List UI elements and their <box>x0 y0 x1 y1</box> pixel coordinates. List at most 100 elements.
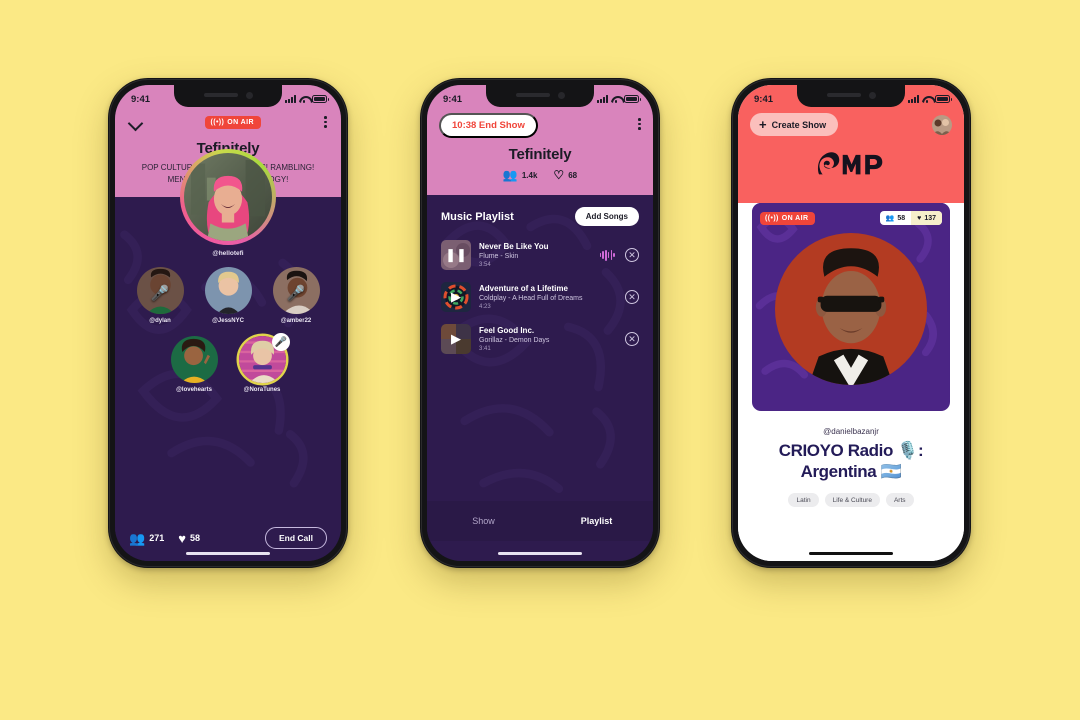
mockup-stage: 9:41 ((•)) ON AIR POP CULTURE! RAMBLING!… <box>0 0 1080 720</box>
kebab-menu-icon[interactable] <box>324 116 327 128</box>
guest-noratunes[interactable]: 🎤 @NoraTunes <box>237 333 290 394</box>
page-title: Tefinitely <box>508 146 572 163</box>
mic-on-icon: 🎤 <box>272 333 290 352</box>
like-count[interactable]: ♥ 58 <box>178 532 200 545</box>
kebab-menu-icon[interactable] <box>638 118 641 130</box>
chevron-down-icon[interactable] <box>129 116 142 129</box>
battery-icon <box>312 95 330 103</box>
cellular-bars-icon <box>908 95 919 103</box>
phone-mockup-show-profile: 9:41 + Create Show ((•)) ON AIR 👥 58 ♥ 1… <box>731 78 971 568</box>
close-circle-icon[interactable]: ✕ <box>625 248 639 262</box>
notch <box>797 85 905 107</box>
list-item[interactable]: ▶ Adventure of a Lifetime Coldplay - A H… <box>439 276 641 318</box>
on-air-badge: ((•)) ON AIR <box>760 211 816 225</box>
guest-handle: @NoraTunes <box>243 387 281 394</box>
show-host-handle[interactable]: @danielbazanjr <box>754 427 948 436</box>
song-list: ❚❚ Never Be Like You Flume - Skin 3:54 ✕ <box>427 234 653 360</box>
pause-icon[interactable]: ❚❚ <box>441 240 471 270</box>
people-icon: 👥 <box>502 168 518 182</box>
close-circle-icon[interactable]: ✕ <box>625 290 639 304</box>
tag-latin[interactable]: Latin <box>788 493 819 508</box>
plus-icon: + <box>759 117 767 132</box>
listener-count: 👥 271 <box>129 532 164 545</box>
host-avatar-block: @hellotefi <box>115 149 341 257</box>
song-title: Never Be Like You <box>479 242 549 251</box>
amp-logo-icon <box>817 152 883 175</box>
play-icon[interactable]: ▶ <box>441 324 471 354</box>
tab-show[interactable]: Show <box>427 516 540 526</box>
song-duration: 3:54 <box>479 262 491 268</box>
guest-lovehearts[interactable]: @lovehearts <box>169 336 219 393</box>
guest-handle: @JessNYC <box>212 318 244 325</box>
battery-icon <box>624 95 642 103</box>
heart-icon: ♥ <box>917 214 922 222</box>
song-title: Feel Good Inc. <box>479 326 535 335</box>
host-handle: @hellotefi <box>212 250 244 258</box>
playlist-section-header: Music Playlist Add Songs <box>427 195 653 234</box>
tag-list: Latin Life & Culture Arts <box>754 493 948 508</box>
notch <box>174 85 282 107</box>
guest-amber22[interactable]: 🎤 @amber22 <box>271 267 321 324</box>
broadcast-icon: ((•)) <box>210 118 225 126</box>
tag-arts[interactable]: Arts <box>885 493 914 508</box>
host-avatar-ring[interactable] <box>180 149 276 246</box>
like-count[interactable]: ♡ 68 <box>553 169 577 181</box>
status-time: 9:41 <box>754 93 774 105</box>
phone-mockup-playlist: 9:41 10:38 End Show Tefinitely 👥 1.4k ♡ … <box>420 78 660 568</box>
song-duration: 4:23 <box>479 304 491 310</box>
guest-handle: @lovehearts <box>176 387 212 394</box>
front-camera <box>245 91 253 99</box>
show-card[interactable]: ((•)) ON AIR 👥 58 ♥ 137 <box>752 203 950 411</box>
avatar[interactable] <box>932 114 952 135</box>
close-circle-icon[interactable]: ✕ <box>625 332 639 346</box>
end-call-button[interactable]: End Call <box>264 527 327 549</box>
broadcast-icon: ((•)) <box>765 214 779 222</box>
on-air-label: ON AIR <box>781 214 809 222</box>
listener-count-value: 271 <box>149 533 165 543</box>
phone1-screen: 9:41 ((•)) ON AIR POP CULTURE! RAMBLING!… <box>115 85 341 561</box>
listener-count: 👥 1.4k <box>503 169 538 181</box>
host-avatar-image <box>184 153 272 242</box>
list-item[interactable]: ❚❚ Never Be Like You Flume - Skin 3:54 ✕ <box>439 234 641 276</box>
phone-mockup-live-show: 9:41 ((•)) ON AIR POP CULTURE! RAMBLING!… <box>108 78 348 568</box>
mic-off-icon: 🎤 <box>286 285 306 303</box>
card-overlay-top: ((•)) ON AIR 👥 58 ♥ 137 <box>760 211 942 225</box>
speaker-grille <box>203 93 238 97</box>
create-show-button[interactable]: + Create Show <box>750 113 839 136</box>
card-stats: 👥 58 ♥ 137 <box>879 211 942 225</box>
avatar <box>204 267 252 315</box>
add-songs-button[interactable]: Add Songs <box>574 207 639 226</box>
front-camera <box>868 91 876 99</box>
guest-row-1: 🎤 @dylan @JessNYC 🎤 @amber22 <box>131 267 325 324</box>
song-title: Adventure of a Lifetime <box>479 284 568 293</box>
status-time: 9:41 <box>131 93 151 105</box>
song-subtitle: Coldplay - A Head Full of Dreams <box>479 295 583 302</box>
guest-jessnyc[interactable]: @JessNYC <box>203 267 253 324</box>
home-indicator <box>186 551 270 555</box>
mic-off-icon: 🎤 <box>150 285 170 303</box>
end-show-button[interactable]: 10:38 End Show <box>439 113 538 138</box>
guest-handle: @amber22 <box>280 318 312 325</box>
app-logo <box>750 149 952 181</box>
tag-life-and-culture[interactable]: Life & Culture <box>824 493 880 508</box>
waveform-icon <box>599 249 615 261</box>
header-controls: ((•)) ON AIR <box>129 113 327 131</box>
front-camera <box>557 91 565 99</box>
header-stats: 👥 1.4k ♡ 68 <box>439 169 641 181</box>
show-title-line1: CRIOYO Radio 🎙️: <box>778 441 924 460</box>
like-count: ♥ 137 <box>911 211 942 225</box>
album-art: ▶ <box>441 324 471 354</box>
list-item[interactable]: ▶ Feel Good Inc. Gorillaz - Demon Days 3… <box>439 318 641 360</box>
battery-icon <box>935 95 953 103</box>
guest-dylan[interactable]: 🎤 @dylan <box>135 267 185 324</box>
people-icon: 👥 <box>129 530 146 546</box>
tab-playlist[interactable]: Playlist <box>540 516 653 526</box>
guest-row-2: @lovehearts 🎤 @NoraTunes <box>131 333 325 394</box>
listener-count-value: 58 <box>897 214 906 222</box>
on-air-badge: ((•)) ON AIR <box>205 115 261 129</box>
status-icons <box>908 95 953 104</box>
show-host-photo <box>775 233 927 385</box>
play-icon[interactable]: ▶ <box>441 282 471 312</box>
song-subtitle: Flume - Skin <box>479 253 519 260</box>
wifi-icon <box>922 95 932 104</box>
